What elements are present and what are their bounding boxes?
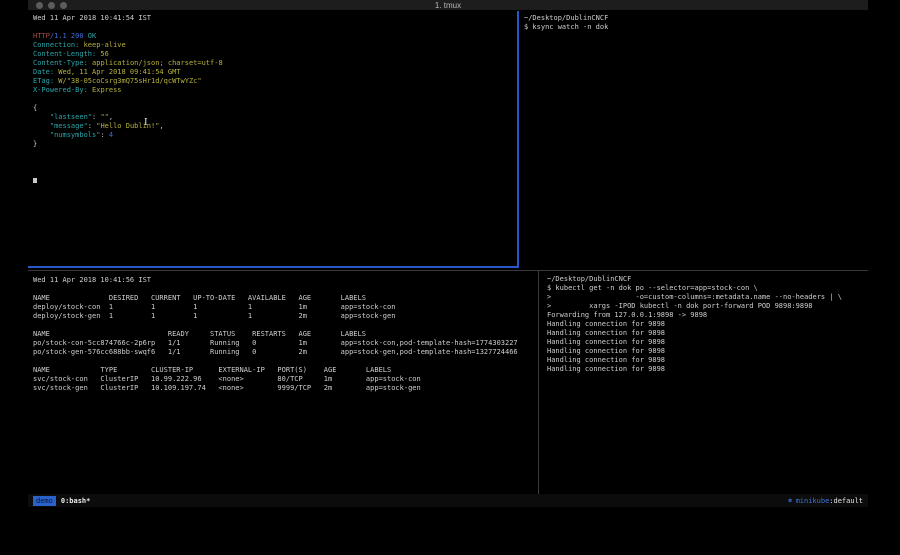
pane-http-response[interactable]: Wed 11 Apr 2018 10:41:54 IST HTTP/1.1 20… — [28, 11, 519, 266]
pane-ksync-watch[interactable]: ~/Desktop/DublinCNCF$ ksync watch -n dok — [519, 11, 868, 268]
mouse-ibeam-cursor: I — [144, 119, 148, 128]
pane-kubectl-get[interactable]: Wed 11 Apr 2018 10:41:56 IST NAME DESIRE… — [28, 271, 537, 494]
terminal-cursor — [33, 178, 37, 183]
active-window-label[interactable]: 0:bash* — [61, 497, 91, 505]
http-response-output: Wed 11 Apr 2018 10:41:54 IST HTTP/1.1 20… — [33, 14, 513, 149]
session-name-badge[interactable]: demo — [33, 496, 56, 506]
kubectl-get-output: Wed 11 Apr 2018 10:41:56 IST NAME DESIRE… — [33, 276, 537, 393]
tmux-terminal: Wed 11 Apr 2018 10:41:54 IST HTTP/1.1 20… — [28, 11, 868, 494]
status-bar-left: demo 0:bash* — [28, 496, 90, 506]
desktop-background: 1. tmux Wed 11 Apr 2018 10:41:54 IST HTT… — [0, 0, 900, 555]
port-forward-output: ~/Desktop/DublinCNCF$ kubectl get -n dok… — [547, 275, 868, 374]
window-titlebar[interactable]: 1. tmux — [28, 0, 868, 11]
kubernetes-helm-icon: ⎈ — [788, 496, 793, 505]
status-bar-right: ⎈ minikube :default — [788, 496, 868, 505]
kube-context-name: minikube — [796, 497, 830, 505]
tmux-status-bar: demo 0:bash* ⎈ minikube :default — [28, 494, 868, 507]
pane-port-forward[interactable]: ~/Desktop/DublinCNCF$ kubectl get -n dok… — [539, 271, 868, 494]
active-pane-bottom-border — [28, 266, 519, 268]
terminal-window: 1. tmux Wed 11 Apr 2018 10:41:54 IST HTT… — [28, 0, 868, 507]
window-title: 1. tmux — [28, 1, 868, 10]
kube-context-namespace: :default — [829, 497, 863, 505]
ksync-watch-output: ~/Desktop/DublinCNCF$ ksync watch -n dok — [524, 14, 868, 32]
